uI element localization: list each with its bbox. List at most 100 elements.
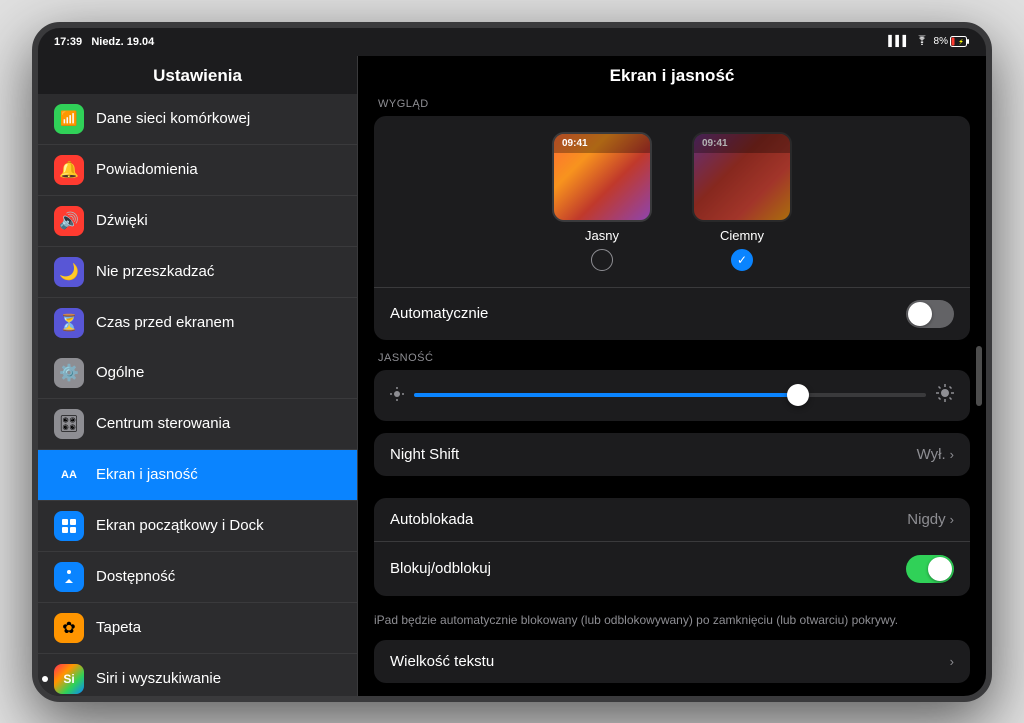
- blokuj-toggle[interactable]: [906, 555, 954, 583]
- display-label: Ekran i jasność: [96, 466, 198, 483]
- status-bar: 17:39 Niedz. 19.04 ▌▌▌ 8%: [38, 28, 986, 56]
- autoblokada-chevron: ›: [950, 512, 954, 527]
- sidebar-title: Ustawienia: [38, 56, 357, 94]
- automatycznie-row: Automatycznie: [374, 288, 970, 340]
- automatycznie-knob: [908, 302, 932, 326]
- scroll-indicator: [976, 346, 982, 406]
- appearance-jasny[interactable]: 09:41 Jasny: [552, 132, 652, 271]
- blokuj-description: iPad będzie automatycznie blokowany (lub…: [358, 608, 986, 641]
- sidebar-item-ogolne[interactable]: ⚙️ Ogólne: [38, 348, 357, 399]
- jasny-label: Jasny: [585, 228, 619, 243]
- siri-label: Siri i wyszukiwanie: [96, 670, 221, 687]
- autoblokada-value: Nigdy: [907, 511, 945, 528]
- appearance-ciemny[interactable]: 09:41 Ciemny ✓: [692, 132, 792, 271]
- brightness-fill: [414, 393, 798, 397]
- appearance-options: 09:41 Jasny 09:41 Ciemny ✓: [374, 116, 970, 287]
- sidebar-item-cellular[interactable]: 📶 Dane sieci komórkowej: [38, 94, 357, 145]
- blokuj-knob: [928, 557, 952, 581]
- battery-percent: 8%: [934, 36, 948, 47]
- sidebar-item-czas-przed-ekranem[interactable]: ⏳ Czas przed ekranem: [38, 298, 357, 348]
- accessibility-icon: [54, 562, 84, 592]
- sidebar-item-powiadomienia[interactable]: 🔔 Powiadomienia: [38, 145, 357, 196]
- cellular-label: Dane sieci komórkowej: [96, 110, 250, 127]
- automatycznie-toggle[interactable]: [906, 300, 954, 328]
- ciemny-label: Ciemny: [720, 228, 764, 243]
- wyglad-section-label: WYGLĄD: [358, 98, 986, 116]
- panel-title: Ekran i jasność: [358, 56, 986, 98]
- night-shift-label: Night Shift: [390, 446, 459, 463]
- sidebar-item-tapeta[interactable]: ✿ Tapeta: [38, 603, 357, 654]
- wallpaper-icon: ✿: [54, 613, 84, 643]
- jasny-preview: 09:41: [552, 132, 652, 222]
- right-panel: Ekran i jasność WYGLĄD 09:41 Jasny: [358, 56, 986, 696]
- sidebar-item-ekran-poczatkowy[interactable]: Ekran początkowy i Dock: [38, 501, 357, 552]
- brightness-card: [374, 370, 970, 421]
- control-center-icon: 🎛: [54, 409, 84, 439]
- control-center-label: Centrum sterowania: [96, 415, 230, 432]
- appearance-card: 09:41 Jasny 09:41 Ciemny ✓: [374, 116, 970, 340]
- wielkosc-tekstu-chevron: ›: [950, 654, 954, 669]
- ipad-frame: 17:39 Niedz. 19.04 ▌▌▌ 8%: [32, 22, 992, 702]
- sounds-icon: 🔊: [54, 206, 84, 236]
- siri-icon: Si: [54, 664, 84, 694]
- dnd-label: Nie przeszkadzać: [96, 263, 214, 280]
- ciemny-check[interactable]: ✓: [731, 249, 753, 271]
- sidebar-item-centrum-sterowania[interactable]: 🎛 Centrum sterowania: [38, 399, 357, 450]
- sidebar-item-ekran-jasnosc[interactable]: AA Ekran i jasność: [38, 450, 357, 501]
- sidebar-item-dzwieki[interactable]: 🔊 Dźwięki: [38, 196, 357, 247]
- bullet-indicator: [42, 676, 48, 682]
- sounds-label: Dźwięki: [96, 212, 148, 229]
- accessibility-label: Dostępność: [96, 568, 175, 585]
- status-time-date: 17:39 Niedz. 19.04: [54, 36, 154, 48]
- brightness-slider[interactable]: [414, 393, 926, 397]
- night-shift-card: Night Shift Wył. ›: [374, 433, 970, 476]
- lock-card: Autoblokada Nigdy › Blokuj/odblokuj: [374, 498, 970, 596]
- wielkosc-tekstu-right: ›: [950, 654, 954, 669]
- brightness-thumb[interactable]: [787, 384, 809, 406]
- autoblokada-row[interactable]: Autoblokada Nigdy ›: [374, 498, 970, 542]
- home-screen-label: Ekran początkowy i Dock: [96, 517, 264, 534]
- status-date: Niedz. 19.04: [91, 36, 154, 48]
- preview-time-dark: 09:41: [694, 134, 790, 153]
- night-shift-row[interactable]: Night Shift Wył. ›: [374, 433, 970, 476]
- jasny-check[interactable]: [591, 249, 613, 271]
- status-time: 17:39: [54, 36, 82, 48]
- brightness-low-icon: [390, 387, 404, 404]
- ciemny-preview: 09:41: [692, 132, 792, 222]
- night-shift-right: Wył. ›: [917, 446, 954, 463]
- preview-time-light: 09:41: [554, 134, 650, 153]
- automatycznie-label: Automatycznie: [390, 305, 488, 322]
- general-label: Ogólne: [96, 364, 144, 381]
- dnd-icon: 🌙: [54, 257, 84, 287]
- text-size-card: Wielkość tekstu ›: [374, 640, 970, 683]
- main-content: Ustawienia 📶 Dane sieci komórkowej 🔔 Pow…: [38, 56, 986, 696]
- sidebar-item-nie-przeszkadzac[interactable]: 🌙 Nie przeszkadzać: [38, 247, 357, 298]
- spacer-1: [358, 488, 986, 498]
- signal-icon: ▌▌▌: [888, 36, 909, 47]
- wifi-icon: [915, 35, 929, 48]
- autoblokada-right: Nigdy ›: [907, 511, 954, 528]
- blokuj-label: Blokuj/odblokuj: [390, 560, 491, 577]
- night-shift-chevron: ›: [950, 447, 954, 462]
- brightness-row: [374, 370, 970, 421]
- cellular-icon: 📶: [54, 104, 84, 134]
- sidebar-item-siri[interactable]: Si Siri i wyszukiwanie: [38, 654, 357, 696]
- sidebar-group-2: ⚙️ Ogólne 🎛 Centrum sterowania AA Ekran …: [38, 348, 357, 696]
- battery-icon: 8%: [934, 36, 970, 47]
- wielkosc-tekstu-row[interactable]: Wielkość tekstu ›: [374, 640, 970, 683]
- screen-time-icon: ⏳: [54, 308, 84, 338]
- check-mark-icon: ✓: [737, 253, 747, 267]
- sidebar: Ustawienia 📶 Dane sieci komórkowej 🔔 Pow…: [38, 56, 358, 696]
- wielkosc-tekstu-label: Wielkość tekstu: [390, 653, 494, 670]
- sidebar-item-dostepnosc[interactable]: Dostępność: [38, 552, 357, 603]
- notifications-label: Powiadomienia: [96, 161, 198, 178]
- brightness-high-icon: [936, 384, 954, 407]
- general-icon: ⚙️: [54, 358, 84, 388]
- jasnosc-section-label: JASNOŚĆ: [358, 352, 986, 370]
- notifications-icon: 🔔: [54, 155, 84, 185]
- blokuj-row: Blokuj/odblokuj: [374, 542, 970, 596]
- screen-time-label: Czas przed ekranem: [96, 314, 234, 331]
- sidebar-group-1: 🔔 Powiadomienia 🔊 Dźwięki 🌙 Nie przeszka…: [38, 145, 357, 348]
- home-screen-icon: [54, 511, 84, 541]
- autoblokada-label: Autoblokada: [390, 511, 473, 528]
